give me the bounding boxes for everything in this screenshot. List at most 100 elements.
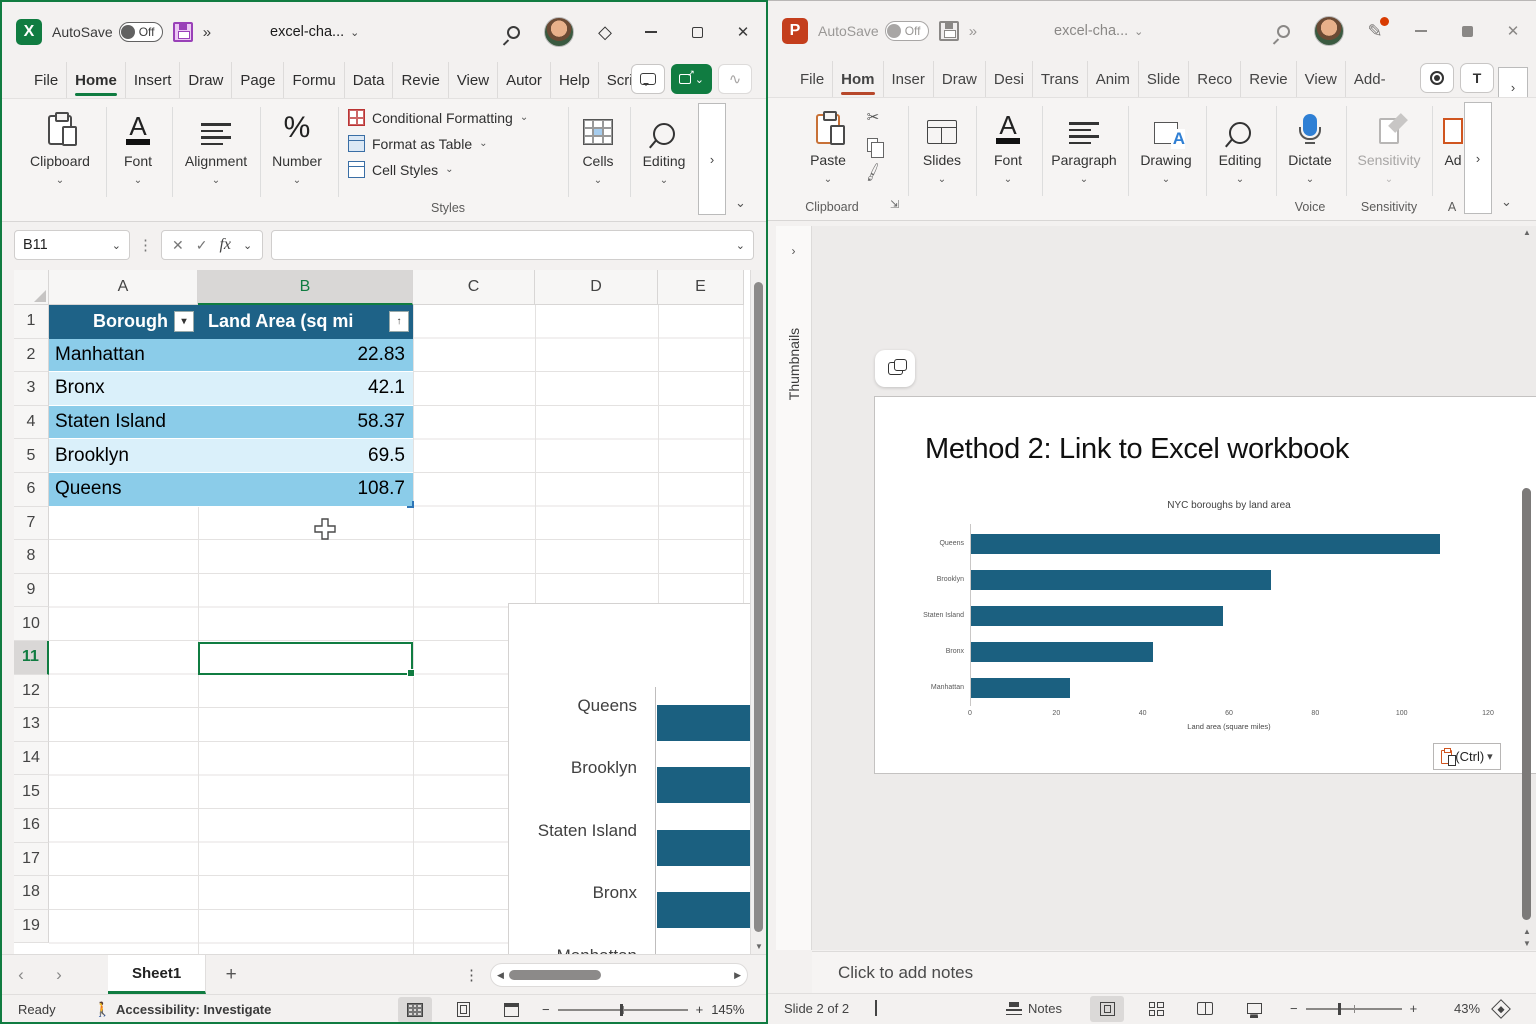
zoom-slider[interactable]	[1306, 1008, 1402, 1010]
search-icon[interactable]	[490, 26, 536, 39]
tab-draw[interactable]: Draw	[180, 62, 232, 98]
notes-pane[interactable]: Click to add notes	[812, 951, 1536, 993]
expand-thumbnails-icon[interactable]: ›	[776, 244, 811, 258]
column-header-d[interactable]: D	[535, 270, 658, 305]
borough-cell[interactable]: Staten Island	[49, 406, 198, 440]
tab-page[interactable]: Page	[232, 62, 284, 98]
quick-access-overflow-icon[interactable]: »	[203, 24, 211, 41]
row-header-11[interactable]: 11	[14, 641, 49, 675]
format-painter-icon[interactable]: 🖌	[862, 161, 885, 183]
document-title[interactable]: excel-cha...⌄	[270, 24, 359, 40]
document-title[interactable]: excel-cha...⌄	[1054, 23, 1143, 39]
tab-view[interactable]: View	[1297, 61, 1346, 97]
dictate-button[interactable]: Dictate ⌄	[1280, 104, 1340, 185]
zoom-in-button[interactable]: +	[1410, 1001, 1418, 1016]
row-header-19[interactable]: 19	[14, 910, 49, 944]
scroll-up-icon[interactable]: ▲	[1520, 228, 1534, 237]
row-header-1[interactable]: 1	[14, 305, 49, 339]
column-header-b[interactable]: B	[198, 270, 413, 305]
scrollbar-thumb[interactable]	[754, 282, 763, 932]
table-header-cell[interactable]: Borough▾	[49, 305, 198, 339]
row-header-18[interactable]: 18	[14, 876, 49, 910]
reading-view-button[interactable]	[1188, 996, 1222, 1022]
tab-inser[interactable]: Inser	[884, 61, 934, 97]
column-header-e[interactable]: E	[658, 270, 744, 305]
row-header-10[interactable]: 10	[14, 607, 49, 641]
row-header-9[interactable]: 9	[14, 574, 49, 608]
table-resize-handle[interactable]	[407, 501, 414, 508]
tab-slide[interactable]: Slide	[1139, 61, 1189, 97]
slides-group[interactable]: Slides ⌄	[914, 104, 970, 185]
drawing-group[interactable]: Drawing ⌄	[1132, 104, 1200, 185]
borough-cell[interactable]: Bronx	[49, 372, 198, 406]
prev-sheet-icon[interactable]: ‹	[2, 965, 40, 985]
tab-revie[interactable]: Revie	[393, 62, 448, 98]
table-header-cell[interactable]: Land Area (sq mi↑	[198, 305, 413, 339]
row-header-8[interactable]: 8	[14, 540, 49, 574]
next-sheet-icon[interactable]: ›	[40, 965, 78, 985]
sensitivity-button[interactable]: Sensitivity ⌄	[1350, 104, 1428, 185]
selected-cell-b11[interactable]	[198, 642, 413, 676]
search-icon[interactable]	[1260, 25, 1306, 38]
vertical-scrollbar[interactable]: ▲ ▲ ▼	[1520, 226, 1534, 950]
tab-file[interactable]: File	[792, 61, 833, 97]
tab-autor[interactable]: Autor	[498, 62, 551, 98]
copy-icon[interactable]	[867, 138, 878, 152]
pen-notification-icon[interactable]: ✎	[1352, 21, 1398, 42]
paste-button[interactable]: Paste ⌄	[798, 104, 858, 185]
tab-formu[interactable]: Formu	[284, 62, 344, 98]
tab-view[interactable]: View	[449, 62, 498, 98]
slideshow-button[interactable]	[1237, 996, 1271, 1022]
scroll-right-icon[interactable]: ▶	[734, 970, 741, 981]
zoom-in-button[interactable]: +	[696, 1002, 704, 1017]
editing-group[interactable]: Editing ⌄	[634, 105, 694, 186]
land-area-cell[interactable]: 42.1	[198, 372, 413, 406]
scroll-left-icon[interactable]: ◀	[497, 970, 504, 981]
land-area-cell[interactable]: 69.5	[198, 439, 413, 473]
tab-anim[interactable]: Anim	[1088, 61, 1139, 97]
tab-home[interactable]: Home	[67, 62, 126, 98]
tab-data[interactable]: Data	[345, 62, 394, 98]
tab-reco[interactable]: Reco	[1189, 61, 1241, 97]
collapse-ribbon-icon[interactable]: ⌄	[1501, 194, 1512, 210]
cell-styles-button[interactable]: Cell Styles⌄	[348, 161, 528, 178]
column-header-c[interactable]: C	[413, 270, 535, 305]
row-header-3[interactable]: 3	[14, 372, 49, 406]
row-header-12[interactable]: 12	[14, 675, 49, 709]
enter-check-icon[interactable]: ✓	[196, 237, 208, 254]
notes-toggle-button[interactable]: Notes	[1006, 1001, 1062, 1016]
worksheet-grid[interactable]: ABCDE 12345678910111213141516171819 Boro…	[14, 270, 752, 954]
insert-function-icon[interactable]: fx	[219, 236, 231, 254]
horizontal-scrollbar[interactable]: ◀ ▶	[490, 963, 748, 987]
slide[interactable]: Method 2: Link to Excel workbook NYC bor…	[874, 396, 1536, 774]
cells-group[interactable]: Cells ⌄	[572, 105, 624, 186]
alignment-group[interactable]: Alignment ⌄	[178, 105, 254, 186]
tab-draw[interactable]: Draw	[934, 61, 986, 97]
scrollbar-thumb[interactable]	[1522, 488, 1531, 920]
save-icon[interactable]	[939, 21, 959, 41]
row-header-4[interactable]: 4	[14, 406, 49, 440]
page-layout-view-button[interactable]	[446, 997, 480, 1023]
drag-dots-icon[interactable]: ⋮	[138, 236, 153, 254]
maximize-button[interactable]	[674, 9, 720, 55]
row-header-5[interactable]: 5	[14, 439, 49, 473]
avatar[interactable]	[536, 17, 582, 47]
zoom-level[interactable]: 43%	[1454, 1001, 1480, 1016]
row-header-16[interactable]: 16	[14, 809, 49, 843]
land-area-cell[interactable]: 108.7	[198, 473, 413, 507]
slide-title[interactable]: Method 2: Link to Excel workbook	[925, 433, 1349, 466]
previous-slide-icon[interactable]: ▲	[1520, 927, 1534, 936]
borough-cell[interactable]: Manhattan	[49, 339, 198, 373]
minimize-button[interactable]	[1398, 8, 1444, 54]
avatar[interactable]	[1306, 16, 1352, 46]
sort-filter-icon[interactable]: ↑	[389, 311, 409, 332]
tab-file[interactable]: File	[26, 62, 67, 98]
scroll-down-icon[interactable]: ▼	[751, 942, 767, 951]
normal-view-button[interactable]	[1090, 996, 1124, 1022]
row-header-2[interactable]: 2	[14, 339, 49, 373]
land-area-cell[interactable]: 58.37	[198, 406, 413, 440]
share-button[interactable]: ⌄	[671, 64, 712, 94]
conditional-formatting-button[interactable]: Conditional Formatting⌄	[348, 109, 528, 126]
font-group[interactable]: A Font ⌄	[110, 105, 166, 186]
editing-group[interactable]: Editing ⌄	[1210, 104, 1270, 185]
